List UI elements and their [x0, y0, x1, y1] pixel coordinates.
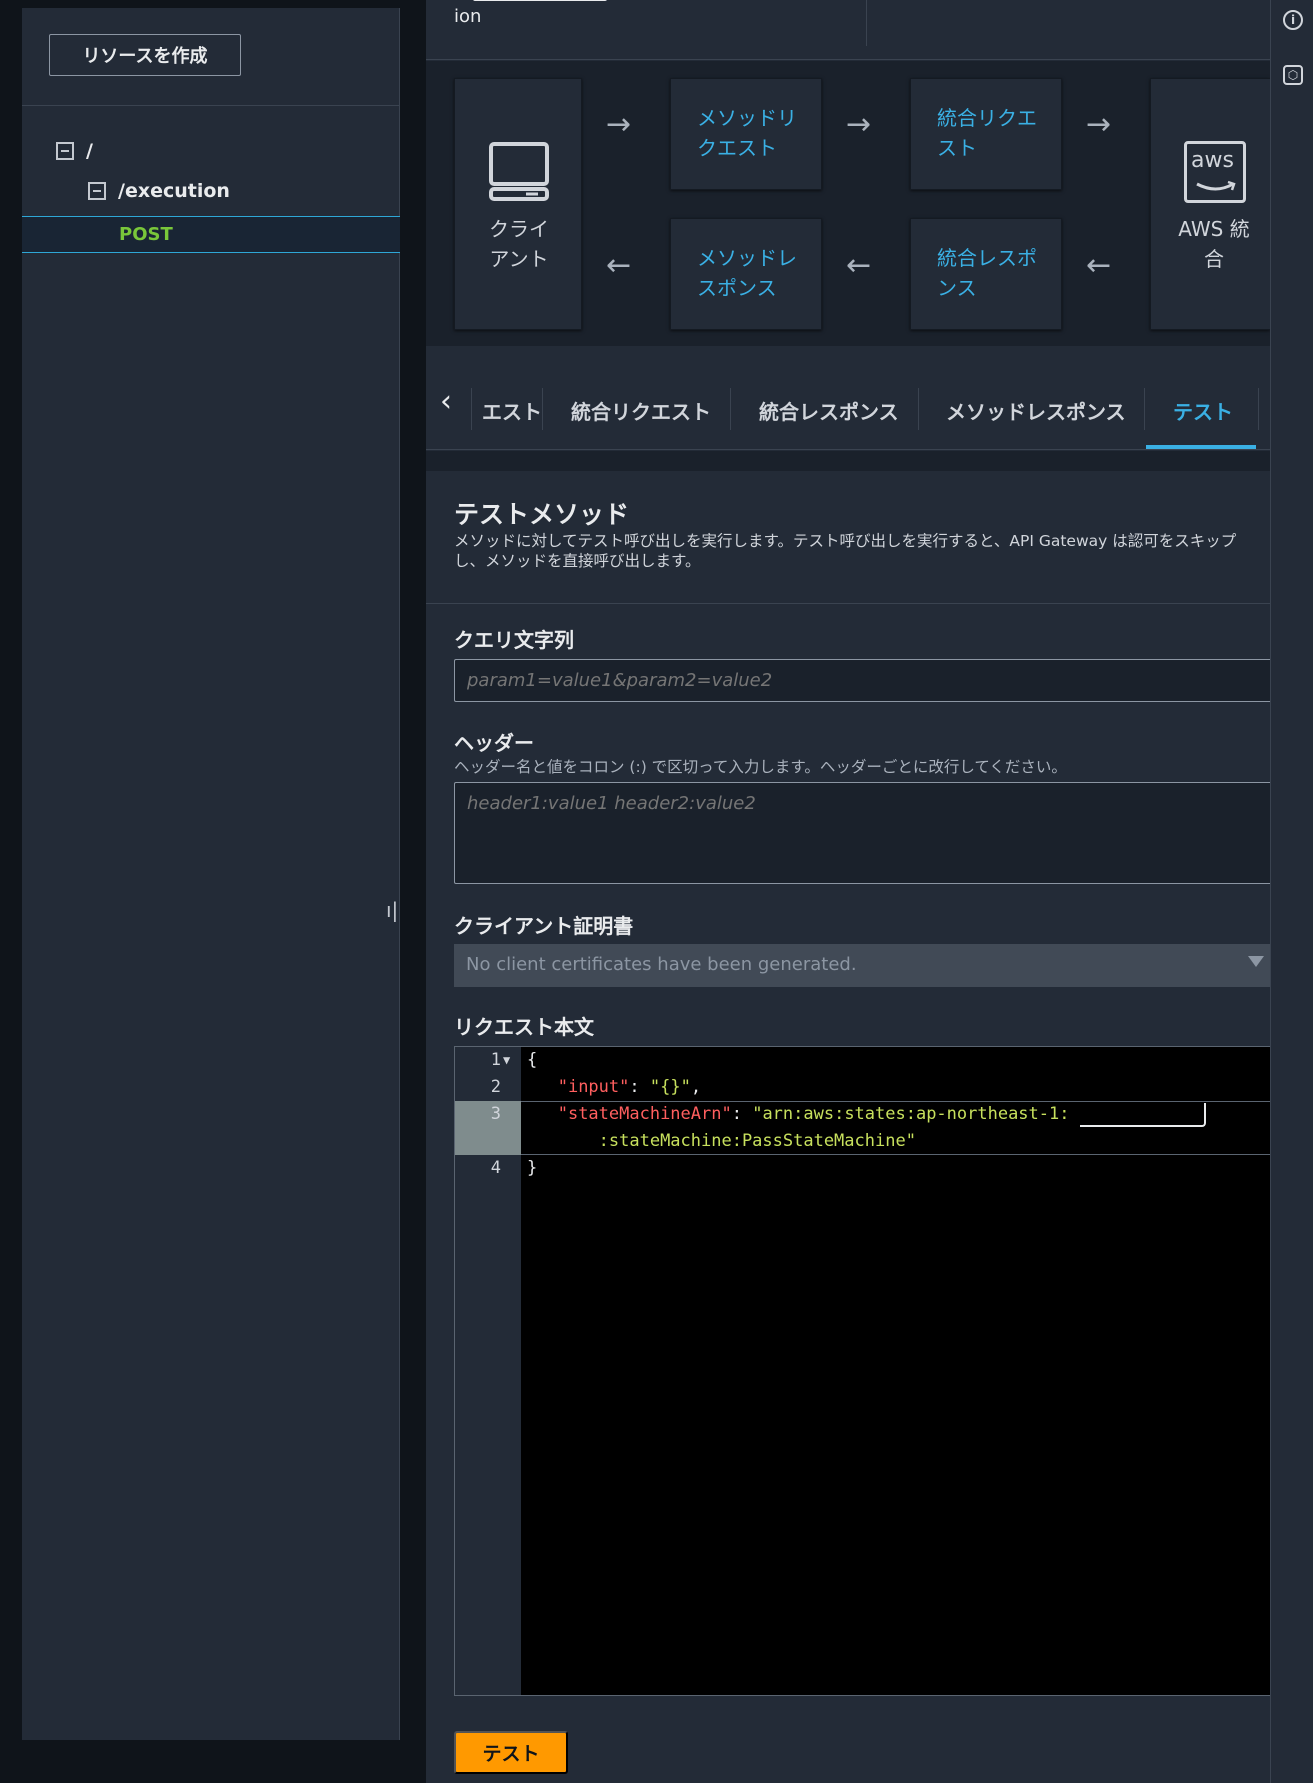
- select-value: No client certificates have been generat…: [466, 954, 857, 975]
- section-gap: [426, 451, 1270, 471]
- tab-separator: [730, 388, 731, 430]
- code-line: 4 }: [490, 1158, 538, 1178]
- arrow-right-icon: →: [846, 107, 872, 142]
- headers-textarea[interactable]: [454, 782, 1270, 884]
- resource-sidebar: リソースを作成 / /execution POST: [22, 8, 400, 1740]
- chevron-left-icon[interactable]: ‹: [440, 384, 452, 419]
- info-icon[interactable]: i: [1283, 10, 1303, 30]
- integration-response-link[interactable]: 統合レスポンス: [937, 243, 1037, 303]
- flow-aws-card: aws AWS 統合: [1150, 78, 1270, 330]
- caret-down-icon: [1248, 956, 1264, 967]
- tab-separator: [1258, 388, 1259, 430]
- scroll-indicator: [473, 0, 607, 1]
- headers-label: ヘッダー: [454, 731, 534, 755]
- integration-request-link[interactable]: 統合リクエスト: [937, 103, 1037, 163]
- client-certificate-label: クライアント証明書: [454, 914, 634, 938]
- tab-method-request[interactable]: エスト: [472, 396, 542, 425]
- request-body-editor[interactable]: 1 ▼ { 2 "input": "{}", 3 "stateMachineAr…: [454, 1046, 1271, 1696]
- collapse-icon[interactable]: [56, 142, 74, 160]
- create-resource-button[interactable]: リソースを作成: [49, 34, 241, 76]
- method-label: POST: [119, 224, 173, 245]
- divider: [866, 0, 867, 46]
- flow-client-card: クライアント: [454, 78, 582, 330]
- fold-icon[interactable]: ▼: [503, 1047, 510, 1074]
- tab-separator: [1144, 388, 1145, 430]
- tree-item-post[interactable]: POST: [22, 216, 400, 253]
- top-strip: ion: [426, 0, 1270, 60]
- sidebar-resize-handle[interactable]: ı|: [386, 898, 398, 922]
- client-certificate-select[interactable]: No client certificates have been generat…: [454, 944, 1270, 987]
- flow-method-response-card[interactable]: メソッドレスポンス: [670, 218, 822, 330]
- flow-integration-response-card[interactable]: 統合レスポンス: [910, 218, 1062, 330]
- collapse-icon[interactable]: [88, 182, 106, 200]
- tree-item-label: /: [86, 140, 93, 162]
- request-body-label: リクエスト本文: [454, 1015, 594, 1039]
- code-line: :stateMachine:PassStateMachine": [598, 1131, 916, 1151]
- laptop-icon: [489, 142, 549, 201]
- test-method-panel: テストメソッド メソッドに対してテスト呼び出しを実行します。テスト呼び出しを実行…: [426, 471, 1271, 1783]
- right-utility-rail: i ⬡: [1270, 0, 1313, 1783]
- method-response-link[interactable]: メソッドレスポンス: [697, 243, 797, 303]
- flow-method-request-card[interactable]: メソッドリクエスト: [670, 78, 822, 190]
- arrow-right-icon: →: [1086, 107, 1112, 142]
- panel-description: メソッドに対してテスト呼び出しを実行します。テスト呼び出しを実行すると、API …: [454, 532, 1237, 570]
- flow-aws-label: AWS 統合: [1178, 217, 1250, 271]
- headers-hint: ヘッダー名と値をコロン (:) で区切って入力します。ヘッダーごとに改行してくだ…: [454, 758, 1067, 776]
- arrow-left-icon: ←: [606, 248, 632, 283]
- active-tab-indicator: [1146, 445, 1256, 449]
- tab-integration-request[interactable]: 統合リクエスト: [571, 396, 711, 425]
- tree-item-root[interactable]: /: [56, 140, 93, 162]
- arrow-left-icon: ←: [1086, 248, 1112, 283]
- query-string-label: クエリ文字列: [454, 628, 574, 652]
- code-line: 2 "input": "{}",: [490, 1077, 702, 1097]
- settings-icon[interactable]: ⬡: [1283, 65, 1303, 85]
- aws-icon: aws: [1184, 141, 1246, 203]
- tree-item-execution[interactable]: /execution: [88, 180, 230, 202]
- flow-client-label: クライアント: [489, 217, 549, 271]
- tab-test[interactable]: テスト: [1173, 396, 1233, 425]
- redacted-account-id: [1080, 1103, 1206, 1127]
- sidebar-divider: [22, 105, 400, 106]
- method-request-link[interactable]: メソッドリクエスト: [697, 103, 797, 163]
- tab-separator: [918, 388, 919, 430]
- run-test-button[interactable]: テスト: [454, 1731, 568, 1774]
- panel-title: テストメソッド: [454, 500, 630, 529]
- arrow-right-icon: →: [606, 107, 632, 142]
- tree-item-label: /execution: [118, 180, 230, 202]
- flow-integration-request-card[interactable]: 統合リクエスト: [910, 78, 1062, 190]
- method-flow-diagram: クライアント メソッドリクエスト 統合リクエスト メソッドレスポンス 統合レスポ…: [426, 61, 1270, 346]
- top-strip-text: ion: [454, 6, 482, 27]
- tab-separator: [542, 388, 543, 430]
- code-line: 1 ▼ {: [455, 1047, 1271, 1074]
- main-content: ion クライアント メソッドリクエスト 統合リクエスト メソッドレスポンス 統…: [426, 0, 1271, 1783]
- panel-divider: [426, 603, 1270, 604]
- tab-method-response[interactable]: メソッドレスポンス: [946, 396, 1126, 425]
- tab-integration-response[interactable]: 統合レスポンス: [759, 396, 899, 425]
- tab-bar: ‹ エスト 統合リクエスト 統合レスポンス メソッドレスポンス テスト: [426, 346, 1270, 450]
- query-string-input[interactable]: [454, 659, 1270, 702]
- arrow-left-icon: ←: [846, 248, 872, 283]
